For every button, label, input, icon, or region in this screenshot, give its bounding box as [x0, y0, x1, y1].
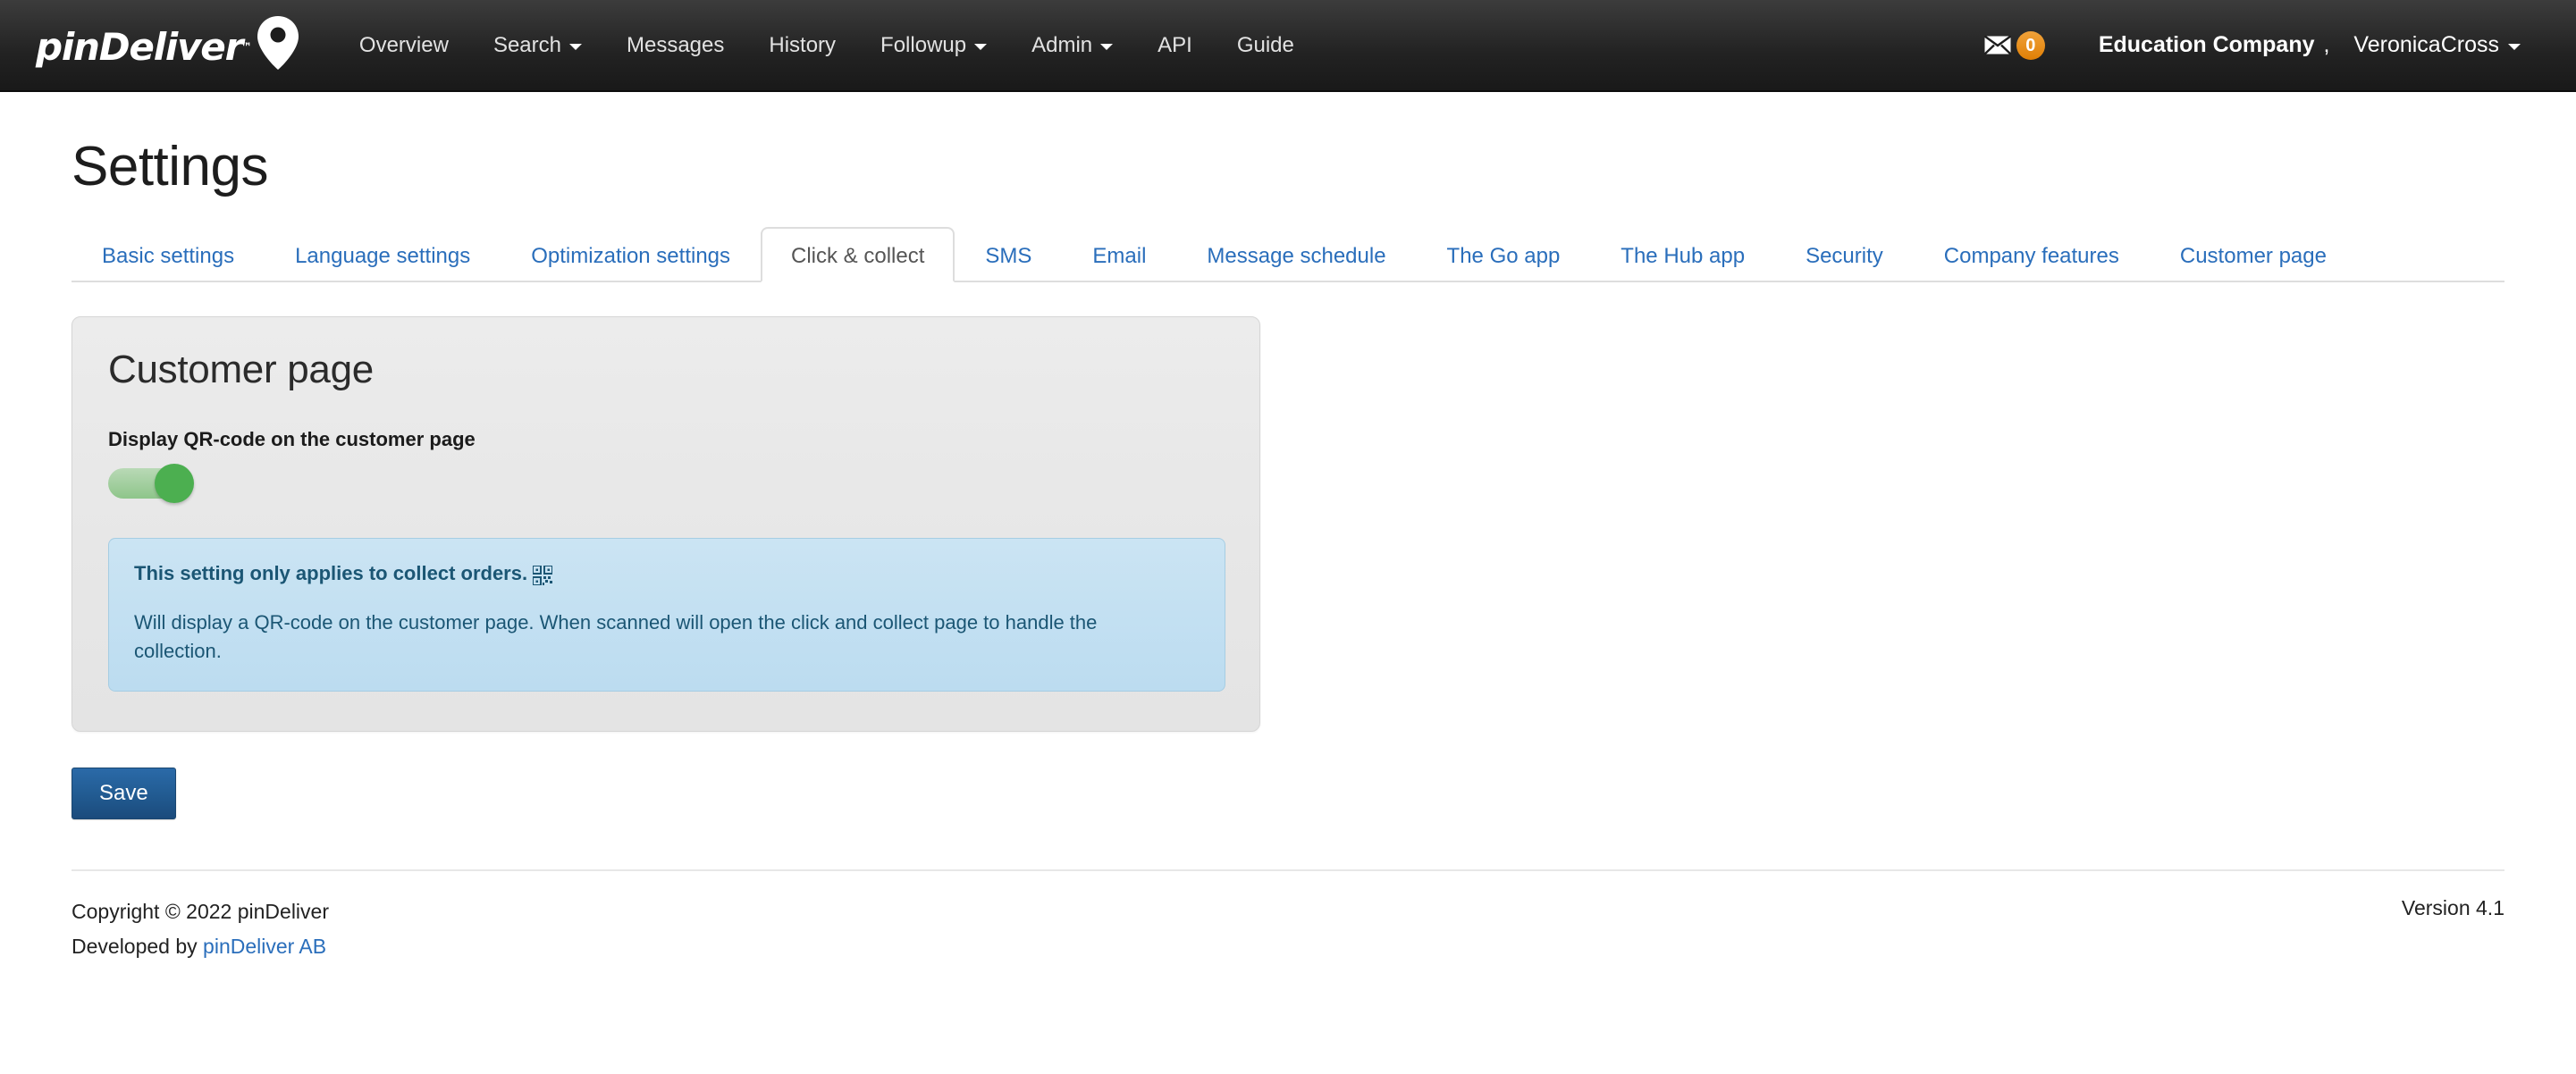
chevron-down-icon — [568, 44, 582, 50]
envelope-icon — [1983, 35, 2012, 55]
navbar-right-section: 0 Education Company, VeronicaCross — [1966, 0, 2576, 91]
nav-label: Admin — [1031, 33, 1093, 57]
tab-label: Basic settings — [102, 244, 235, 268]
tab-email[interactable]: Email — [1062, 227, 1176, 282]
tab-the-hub-app[interactable]: The Hub app — [1590, 227, 1775, 282]
nav-item-overview[interactable]: Overview — [337, 0, 471, 91]
nav-item-followup[interactable]: Followup — [858, 0, 1009, 91]
trademark-symbol: ™ — [240, 40, 252, 55]
tab-customer-page[interactable]: Customer page — [2150, 227, 2357, 282]
tab-label: Optimization settings — [531, 244, 731, 268]
nav-item-messages[interactable]: Messages — [604, 0, 746, 91]
save-button[interactable]: Save — [72, 767, 176, 819]
tab-label: The Hub app — [1621, 244, 1746, 268]
map-pin-icon — [255, 15, 301, 71]
footer-developed-prefix: Developed by — [72, 934, 204, 958]
brand-wordmark: pinDeliver™ — [36, 24, 252, 69]
alert-body-text: Will display a QR-code on the customer p… — [134, 611, 1098, 662]
page-footer: Copyright © 2022 pinDeliver Developed by… — [72, 868, 2504, 964]
user-display-name: VeronicaCross — [2353, 32, 2499, 57]
footer-developed-by: Developed by pinDeliver AB — [72, 929, 329, 964]
nav-label: Messages — [626, 33, 725, 57]
page-container: Settings Basic settings Language setting… — [0, 135, 2576, 964]
top-navigation-bar: pinDeliver™ Overview Search Messages His… — [0, 0, 2576, 92]
tab-message-schedule[interactable]: Message schedule — [1176, 227, 1416, 282]
pindeliver-ab-link[interactable]: pinDeliver AB — [203, 935, 326, 958]
settings-tab-bar: Basic settings Language settings Optimiz… — [72, 225, 2504, 282]
user-separator: , — [2323, 32, 2330, 57]
tab-the-go-app[interactable]: The Go app — [1417, 227, 1591, 282]
footer-left-block: Copyright © 2022 pinDeliver Developed by… — [72, 894, 329, 964]
alert-heading-text: This setting only applies to collect ord… — [134, 562, 528, 584]
tab-label: The Go app — [1446, 244, 1561, 268]
qr-code-setting-label: Display QR-code on the customer page — [108, 428, 476, 450]
user-account-menu[interactable]: Education Company, VeronicaCross — [2063, 32, 2540, 58]
footer-version: Version 4.1 — [2401, 895, 2504, 919]
chevron-down-icon — [974, 44, 988, 50]
nav-item-search[interactable]: Search — [471, 0, 604, 91]
tab-basic-settings[interactable]: Basic settings — [72, 227, 265, 282]
tab-label: Language settings — [295, 244, 471, 268]
info-alert: This setting only applies to collect ord… — [108, 538, 1225, 692]
tab-company-features[interactable]: Company features — [1914, 227, 2150, 282]
messages-inbox-link[interactable]: 0 — [1966, 30, 2063, 60]
nav-label: Overview — [358, 33, 449, 57]
toggle-knob — [155, 464, 194, 503]
nav-label: Search — [492, 33, 561, 57]
panel-title: Customer page — [108, 348, 374, 391]
tab-label: Security — [1806, 244, 1883, 268]
tab-label: Message schedule — [1207, 244, 1386, 268]
message-count-badge: 0 — [2016, 30, 2045, 60]
tab-label: Customer page — [2179, 244, 2327, 268]
nav-label: Followup — [880, 33, 967, 57]
tab-click-and-collect[interactable]: Click & collect — [761, 227, 955, 282]
nav-label: Guide — [1236, 33, 1294, 57]
tab-label: Email — [1092, 244, 1147, 268]
nav-item-history[interactable]: History — [746, 0, 858, 91]
primary-nav-links: Overview Search Messages History Followu… — [337, 0, 1317, 91]
tab-optimization-settings[interactable]: Optimization settings — [501, 227, 761, 282]
chevron-down-icon — [1100, 44, 1114, 50]
alert-heading-row: This setting only applies to collect ord… — [134, 562, 1200, 586]
page-title: Settings — [72, 136, 269, 197]
footer-copyright: Copyright © 2022 pinDeliver — [72, 899, 329, 923]
nav-label: API — [1158, 33, 1192, 57]
user-company-name: Education Company — [2098, 32, 2315, 57]
tab-security[interactable]: Security — [1775, 227, 1914, 282]
display-qr-code-toggle[interactable] — [108, 464, 194, 503]
tab-label: Click & collect — [791, 244, 925, 268]
qr-code-icon — [532, 565, 554, 586]
tab-label: SMS — [985, 244, 1032, 268]
nav-label: History — [769, 33, 837, 57]
tab-sms[interactable]: SMS — [955, 227, 1062, 282]
tab-label: Company features — [1943, 244, 2119, 268]
nav-item-guide[interactable]: Guide — [1215, 0, 1317, 91]
chevron-down-icon — [2508, 44, 2521, 50]
nav-item-api[interactable]: API — [1135, 0, 1215, 91]
tab-language-settings[interactable]: Language settings — [265, 227, 501, 282]
brand-logo-link[interactable]: pinDeliver™ — [36, 0, 301, 91]
customer-page-settings-panel: Customer page Display QR-code on the cus… — [72, 316, 1260, 732]
nav-item-admin[interactable]: Admin — [1009, 0, 1135, 91]
